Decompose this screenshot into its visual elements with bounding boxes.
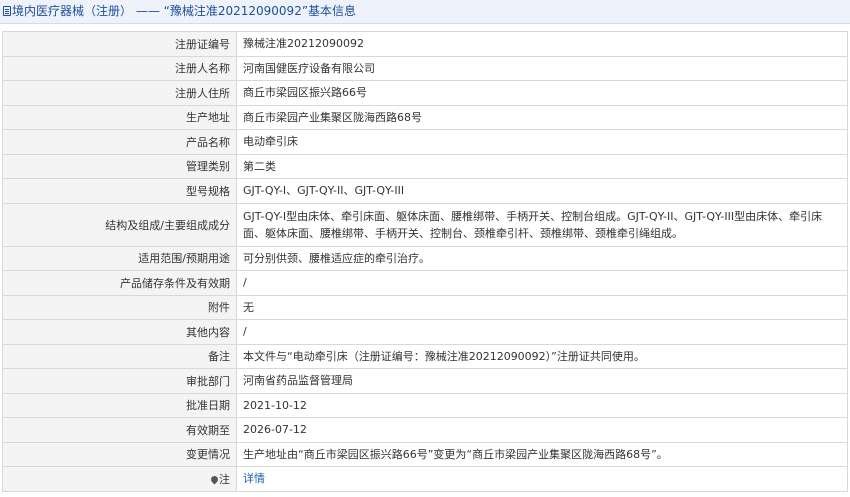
table-row: 注册人名称 河南国健医疗设备有限公司 [2, 55, 848, 81]
pin-icon [209, 474, 220, 485]
field-value: 商丘市梁园产业集聚区陇海西路68号 [236, 104, 848, 130]
table-row: 注册证编号 豫械注准20212090092 [2, 31, 848, 57]
field-value: 无 [236, 294, 848, 320]
table-row: 型号规格 GJT-QY-I、GJT-QY-II、GJT-QY-III [2, 178, 848, 204]
table-row: 管理类别 第二类 [2, 153, 848, 179]
field-label: 型号规格 [2, 178, 237, 204]
page-header: 境内医疗器械（注册） —— “豫械注准20212090092”基本信息 [0, 0, 850, 24]
field-value: GJT-QY-I型由床体、牵引床面、躯体床面、腰椎绑带、手柄开关、控制台组成。G… [236, 202, 848, 247]
field-label: 产品储存条件及有效期 [2, 270, 237, 296]
table-row: 产品储存条件及有效期 / [2, 270, 848, 296]
table-row: 适用范围/预期用途 可分别供颈、腰椎适应症的牵引治疗。 [2, 245, 848, 271]
basic-info-table: 注册证编号 豫械注准20212090092 注册人名称 河南国健医疗设备有限公司… [2, 31, 848, 492]
field-label: 附件 [2, 294, 237, 320]
table-row: 结构及组成/主要组成成分 GJT-QY-I型由床体、牵引床面、躯体床面、腰椎绑带… [2, 202, 848, 247]
note-label: 注 [219, 472, 230, 486]
field-value: / [236, 319, 848, 345]
field-label: 审批部门 [2, 368, 237, 394]
field-label: 生产地址 [2, 104, 237, 130]
table-row: 变更情况 生产地址由“商丘市梁园区振兴路66号”变更为“商丘市梁园产业集聚区陇海… [2, 441, 848, 467]
field-label: 注册人住所 [2, 80, 237, 106]
field-label: 其他内容 [2, 319, 237, 345]
details-link[interactable]: 详情 [243, 472, 265, 485]
field-label: 批准日期 [2, 392, 237, 418]
field-label: 适用范围/预期用途 [2, 245, 237, 271]
field-value: 2026-07-12 [236, 417, 848, 443]
table-row: 有效期至 2026-07-12 [2, 417, 848, 443]
field-label: 注册人名称 [2, 55, 237, 81]
field-value: 电动牵引床 [236, 129, 848, 155]
field-label: 有效期至 [2, 417, 237, 443]
table-row: 产品名称 电动牵引床 [2, 129, 848, 155]
field-label: 管理类别 [2, 153, 237, 179]
field-label: 产品名称 [2, 129, 237, 155]
field-label: 结构及组成/主要组成成分 [2, 202, 237, 247]
table-row: 备注 本文件与“电动牵引床（注册证编号：豫械注准20212090092）”注册证… [2, 343, 848, 369]
field-value: 河南省药品监督管理局 [236, 368, 848, 394]
field-value: 可分别供颈、腰椎适应症的牵引治疗。 [236, 245, 848, 271]
field-value: 商丘市梁园区振兴路66号 [236, 80, 848, 106]
field-value: 生产地址由“商丘市梁园区振兴路66号”变更为“商丘市梁园产业集聚区陇海西路68号… [236, 441, 848, 467]
page-title: 境内医疗器械（注册） —— “豫械注准20212090092”基本信息 [12, 4, 357, 18]
field-value: 豫械注准20212090092 [236, 31, 848, 57]
field-value: 河南国健医疗设备有限公司 [236, 55, 848, 81]
note-row: 注 详情 [2, 466, 848, 492]
table-row: 批准日期 2021-10-12 [2, 392, 848, 418]
note-label-cell: 注 [2, 466, 237, 492]
document-icon [3, 6, 11, 16]
table-row: 审批部门 河南省药品监督管理局 [2, 368, 848, 394]
field-value: / [236, 270, 848, 296]
field-value: 本文件与“电动牵引床（注册证编号：豫械注准20212090092）”注册证共同使… [236, 343, 848, 369]
note-value-cell: 详情 [236, 466, 848, 492]
table-row: 生产地址 商丘市梁园产业集聚区陇海西路68号 [2, 104, 848, 130]
field-value: 第二类 [236, 153, 848, 179]
field-value: 2021-10-12 [236, 392, 848, 418]
field-label: 备注 [2, 343, 237, 369]
table-row: 附件 无 [2, 294, 848, 320]
field-label: 注册证编号 [2, 31, 237, 57]
field-label: 变更情况 [2, 441, 237, 467]
field-value: GJT-QY-I、GJT-QY-II、GJT-QY-III [236, 178, 848, 204]
table-row: 其他内容 / [2, 319, 848, 345]
table-row: 注册人住所 商丘市梁园区振兴路66号 [2, 80, 848, 106]
